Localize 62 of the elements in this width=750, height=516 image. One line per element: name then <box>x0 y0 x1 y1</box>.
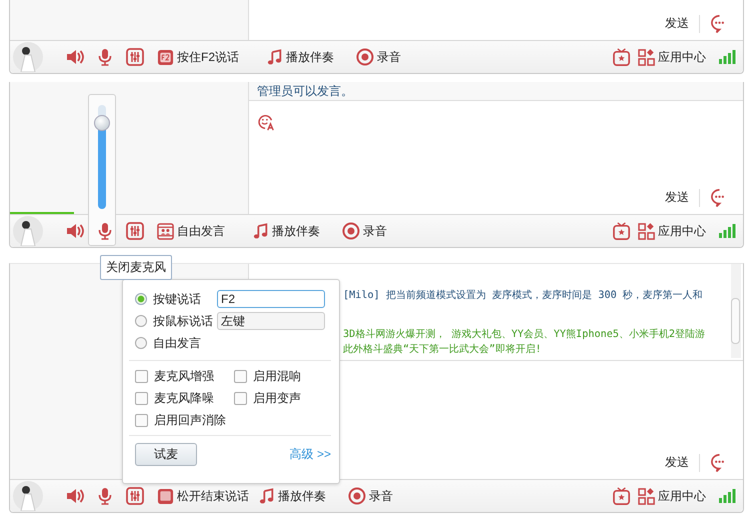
equalizer-icon[interactable] <box>125 221 145 241</box>
send-button[interactable]: 发送 <box>665 187 689 208</box>
apps-icon <box>638 48 655 66</box>
avatar-icon[interactable] <box>13 481 43 511</box>
record-button[interactable]: 录音 <box>342 222 387 240</box>
signal-icon <box>718 50 736 64</box>
scrollbar[interactable] <box>731 264 741 358</box>
speaker-icon[interactable] <box>65 47 85 67</box>
send-button[interactable]: 发送 <box>665 452 689 473</box>
equalizer-icon[interactable] <box>125 47 145 67</box>
record-button[interactable]: 录音 <box>356 48 402 66</box>
music-note-icon <box>267 48 284 66</box>
emoji-icon[interactable] <box>257 113 275 131</box>
test-mic-button[interactable]: 试麦 <box>135 443 197 466</box>
app-center-button[interactable]: 应用中心 <box>638 48 706 66</box>
signal-icon <box>718 489 736 503</box>
avatar-icon[interactable] <box>13 42 43 72</box>
checkbox[interactable]: 启用回声消除 <box>135 412 234 429</box>
speaker-icon[interactable] <box>65 486 85 506</box>
square-icon <box>157 488 174 504</box>
avatar-icon[interactable] <box>13 216 43 246</box>
accompaniment-button[interactable]: 播放伴奏 <box>253 222 320 240</box>
radio-button[interactable]: 按鼠标说话 <box>135 312 213 330</box>
radio-button[interactable]: 自由发言 <box>135 334 213 352</box>
tv-icon[interactable] <box>612 48 631 66</box>
tv-icon[interactable] <box>612 486 631 506</box>
speaker-icon[interactable] <box>65 221 85 241</box>
apps-icon <box>638 488 655 504</box>
accompaniment-button[interactable]: 播放伴奏 <box>267 48 334 66</box>
checkbox[interactable]: 麦克风增强 <box>135 368 234 385</box>
app-center-button[interactable]: 应用中心 <box>638 222 706 240</box>
music-note-icon <box>259 488 275 504</box>
send-button[interactable]: 发送 <box>665 13 689 34</box>
chat-message: 此外格斗盛典“天下第一比武大会”即将开启! <box>343 342 542 357</box>
checkbox[interactable]: 启用变声 <box>234 390 331 407</box>
chat-message: [Milo] 把当前频道模式设置为 麦序模式，麦序时间是 300 秒，麦序第一人和 <box>343 288 703 303</box>
tv-icon[interactable] <box>612 222 631 240</box>
checkbox[interactable]: 启用混响 <box>234 368 331 385</box>
apps-icon <box>638 222 655 240</box>
talk-mode-button[interactable]: 自由发言 <box>157 222 225 240</box>
accompaniment-button[interactable]: 播放伴奏 <box>259 488 326 504</box>
key-field[interactable]: 左键 <box>217 312 325 330</box>
app-center-button[interactable]: 应用中心 <box>638 488 706 504</box>
key-icon <box>157 48 174 66</box>
checkbox[interactable]: 麦克风降噪 <box>135 390 234 407</box>
talk-mode-button[interactable]: 按住F2说话 <box>157 48 240 66</box>
tooltip: 关闭麦克风 <box>100 255 172 280</box>
record-button[interactable]: 录音 <box>348 487 393 505</box>
signal-icon <box>718 224 736 238</box>
equalizer-icon[interactable] <box>125 486 145 506</box>
target-icon <box>348 487 366 505</box>
radio-button[interactable]: 按键说话 <box>135 290 213 308</box>
people-icon <box>157 222 174 240</box>
chat-message: 管理员可以发言。 <box>257 83 353 100</box>
talk-mode-button[interactable]: 松开结束说话 <box>157 488 249 504</box>
target-icon <box>342 222 360 240</box>
target-icon <box>356 48 374 66</box>
advanced-link[interactable]: 高级 >> <box>290 446 331 463</box>
chat-message: 3D格斗网游火爆开测， 游戏大礼包、YY会员、YY熊Iphone5、小米手机2登陆游 <box>343 328 706 342</box>
music-note-icon <box>253 222 269 240</box>
key-field[interactable]: F2 <box>217 290 325 308</box>
slider-thumb[interactable] <box>94 114 110 131</box>
